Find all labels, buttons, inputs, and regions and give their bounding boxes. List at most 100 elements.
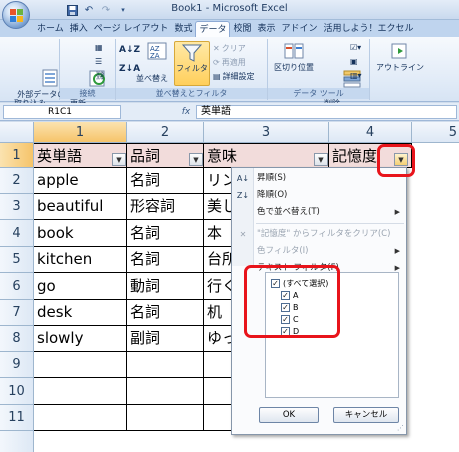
column-header[interactable]: 4: [329, 122, 412, 143]
column-header[interactable]: 1: [34, 122, 127, 143]
data-validation-icon[interactable]: ☑▾: [350, 42, 361, 54]
filter-dropdown-button[interactable]: ▼: [112, 153, 126, 166]
menu-sort-by-color[interactable]: 色で並べ替え(T) ▶: [232, 204, 406, 221]
row-header[interactable]: 5: [0, 247, 34, 273]
table-cell[interactable]: book: [34, 220, 127, 247]
row-header[interactable]: 8: [0, 326, 34, 352]
table-cell[interactable]: 名詞: [127, 247, 204, 273]
sort-ascending-label: 昇順(S): [257, 173, 287, 183]
menu-sort-ascending[interactable]: A↓ 昇順(S): [232, 170, 406, 187]
text-to-columns-button[interactable]: 区切り位置: [271, 41, 317, 72]
table-cell[interactable]: 動詞: [127, 273, 204, 300]
filter-label: フィルタ: [176, 64, 208, 73]
properties-icon[interactable]: ☰: [95, 56, 102, 68]
row-header[interactable]: 11: [0, 405, 34, 431]
filter-button[interactable]: フィルタ: [174, 41, 210, 86]
tab-add-ins[interactable]: アドイン: [279, 21, 321, 37]
checkbox-checked-icon[interactable]: ✓: [281, 327, 290, 336]
filter-dropdown-button-active[interactable]: ▼: [394, 153, 408, 166]
cancel-button[interactable]: キャンセル: [333, 407, 399, 423]
advanced-filter-button[interactable]: ▤ 詳細設定: [213, 71, 255, 83]
header-cell-text: 記憶度: [332, 147, 378, 165]
text-to-columns-icon: [283, 41, 305, 61]
filter-value-item[interactable]: ✓ D: [281, 326, 299, 337]
header-cell[interactable]: 意味: [204, 143, 329, 168]
edit-links-icon[interactable]: ⛓: [95, 70, 105, 82]
row-header[interactable]: 1: [0, 143, 34, 168]
checkbox-checked-icon[interactable]: ✓: [281, 315, 290, 324]
formula-input[interactable]: 英単語: [196, 105, 457, 119]
table-cell[interactable]: kitchen: [34, 247, 127, 273]
table-cell[interactable]: slowly: [34, 326, 127, 352]
checkbox-checked-icon[interactable]: ✓: [281, 291, 290, 300]
table-cell[interactable]: beautiful: [34, 194, 127, 220]
column-header[interactable]: 2: [127, 122, 204, 143]
column-header[interactable]: 3: [204, 122, 329, 143]
table-cell[interactable]: [127, 352, 204, 378]
outline-button[interactable]: アウトライン: [374, 41, 426, 72]
row-header[interactable]: 7: [0, 300, 34, 326]
office-button[interactable]: [2, 1, 30, 29]
connections-icon[interactable]: ▦: [95, 42, 103, 54]
table-cell[interactable]: 名詞: [127, 168, 204, 194]
sort-az-icon[interactable]: A↓Z: [119, 44, 140, 56]
filter-value-item[interactable]: ✓ A: [281, 290, 298, 301]
row-header[interactable]: [0, 431, 34, 452]
filter-values-list[interactable]: ✓ (すべて選択) ✓ A ✓ B ✓ C ✓ D: [265, 272, 399, 398]
table-cell[interactable]: 形容詞: [127, 194, 204, 220]
table-cell[interactable]: [127, 405, 204, 431]
row-header[interactable]: 10: [0, 378, 34, 405]
reapply-button[interactable]: ⟳ 再適用: [213, 57, 246, 69]
group-data-tools: 区切り位置 重複の 削除 ☑▾ ▣ ▥▾ データ ツール: [268, 39, 370, 108]
tab-page-layout[interactable]: ページ レイアウト: [91, 21, 172, 37]
filter-dropdown-button[interactable]: ▼: [314, 153, 328, 166]
tab-formulas[interactable]: 数式: [171, 21, 195, 37]
row-header[interactable]: 9: [0, 352, 34, 378]
consolidate-icon[interactable]: ▣: [350, 56, 358, 68]
what-if-icon[interactable]: ▥▾: [350, 70, 362, 82]
select-all-corner[interactable]: [0, 122, 34, 143]
tab-review[interactable]: 校閲: [230, 21, 254, 37]
tab-home[interactable]: ホーム: [34, 21, 67, 37]
checkbox-checked-icon[interactable]: ✓: [281, 303, 290, 312]
sort-label[interactable]: 並べ替え: [136, 73, 168, 85]
checkbox-checked-icon[interactable]: ✓: [271, 279, 280, 288]
advanced-filter-icon: ▤: [213, 72, 221, 81]
filter-value-item[interactable]: ✓ B: [281, 302, 299, 313]
filter-dropdown-button[interactable]: ▼: [189, 153, 203, 166]
tab-katsuyou-excel[interactable]: 活用しよう！エクセル: [321, 21, 417, 37]
filter-value-label: B: [293, 303, 299, 312]
name-box[interactable]: R1C1: [3, 105, 121, 119]
row-header[interactable]: 2: [0, 168, 34, 194]
column-header[interactable]: 5: [412, 122, 459, 143]
ok-button[interactable]: OK: [259, 407, 319, 423]
tab-insert[interactable]: 挿入: [67, 21, 91, 37]
filter-value-select-all[interactable]: ✓ (すべて選択): [271, 278, 328, 289]
menu-clear-filter[interactable]: ✕ "記憶度" からフィルタをクリア(C): [232, 226, 406, 243]
table-cell[interactable]: [34, 378, 127, 405]
text-to-columns-label: 区切り位置: [274, 63, 314, 72]
table-cell[interactable]: apple: [34, 168, 127, 194]
table-cell[interactable]: 名詞: [127, 220, 204, 247]
formula-bar: R1C1 fx 英単語: [0, 103, 459, 121]
row-header[interactable]: 6: [0, 273, 34, 300]
tab-data[interactable]: データ: [195, 21, 231, 37]
table-cell[interactable]: 名詞: [127, 300, 204, 326]
tab-view[interactable]: 表示: [254, 21, 278, 37]
clear-filter-label: "記憶度" からフィルタをクリア(C): [257, 229, 391, 239]
menu-sort-descending[interactable]: Z↓ 降順(O): [232, 187, 406, 204]
table-cell[interactable]: [34, 405, 127, 431]
table-cell[interactable]: [34, 352, 127, 378]
insert-function-icon[interactable]: fx: [178, 105, 194, 119]
sort-button[interactable]: AZ ZA: [144, 41, 170, 63]
table-cell[interactable]: go: [34, 273, 127, 300]
clear-filter-button[interactable]: ✕ クリア: [213, 43, 246, 55]
table-cell[interactable]: [127, 378, 204, 405]
row-header[interactable]: 4: [0, 220, 34, 247]
row-header[interactable]: 3: [0, 194, 34, 220]
table-cell[interactable]: desk: [34, 300, 127, 326]
menu-color-filter[interactable]: 色フィルタ(I) ▶: [232, 243, 406, 260]
resize-grip-icon[interactable]: ⋰: [397, 424, 404, 432]
filter-value-item[interactable]: ✓ C: [281, 314, 299, 325]
table-cell[interactable]: 副詞: [127, 326, 204, 352]
